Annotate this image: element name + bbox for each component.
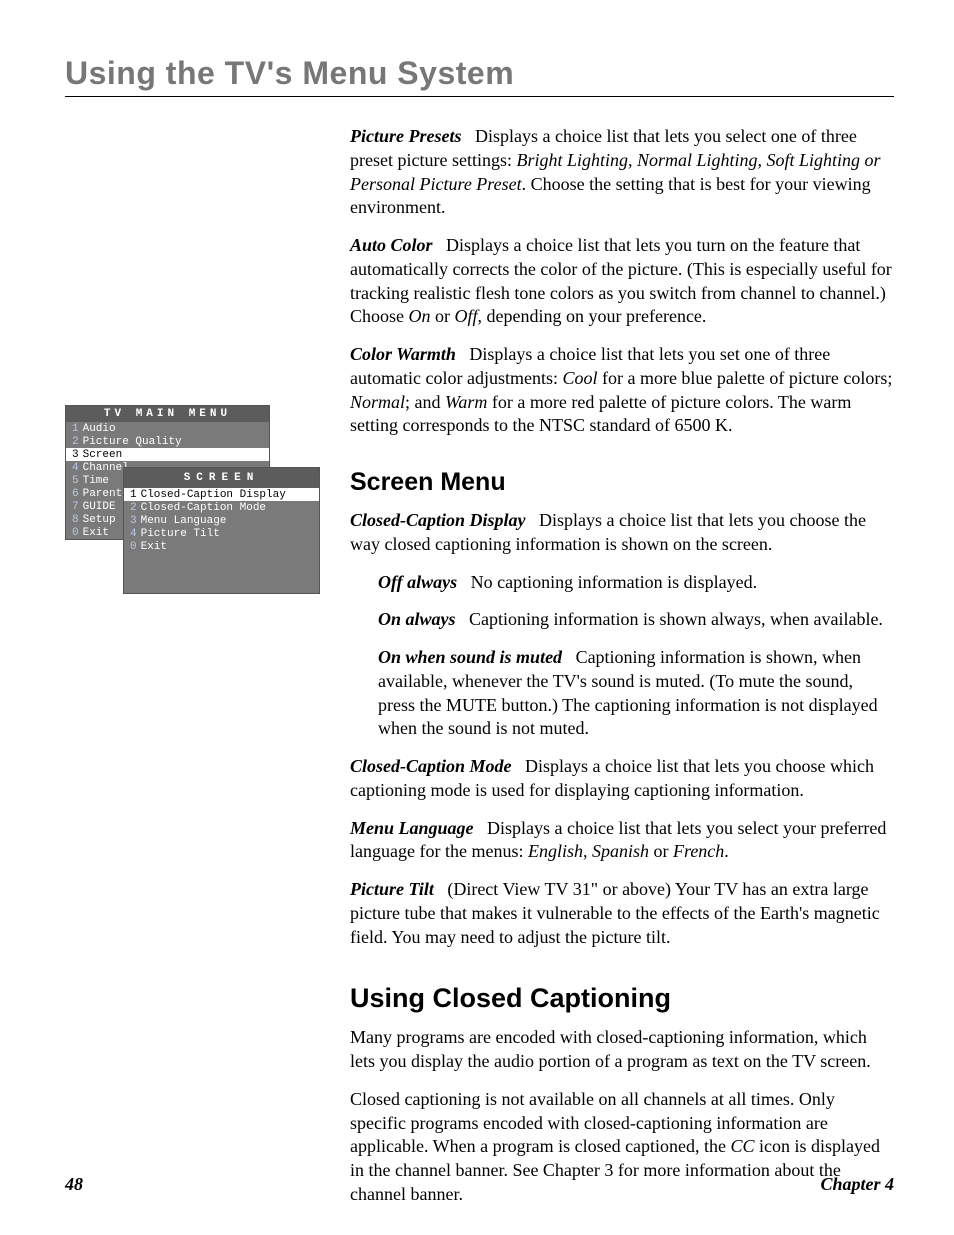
- para-picture-presets: Picture Presets Displays a choice list t…: [350, 125, 894, 220]
- para-picture-tilt: Picture Tilt (Direct View TV 31" or abov…: [350, 878, 894, 949]
- para-cc-display: Closed-Caption Display Displays a choice…: [350, 509, 894, 557]
- title-rule: [65, 96, 894, 97]
- page-number: 48: [65, 1174, 83, 1195]
- para-cc-off: Off always No captioning information is …: [378, 571, 894, 595]
- osd-main-title: TV MAIN MENU: [66, 406, 269, 422]
- osd-sub-item: 4Picture Tilt: [124, 527, 319, 540]
- osd-sub-item: 2Closed-Caption Mode: [124, 501, 319, 514]
- sidebar: TV MAIN MENU 1Audio 2Picture Quality 3Sc…: [65, 125, 340, 540]
- osd-main-item-selected: 3Screen: [66, 448, 269, 461]
- chapter-label: Chapter 4: [820, 1174, 894, 1195]
- osd-mockup: TV MAIN MENU 1Audio 2Picture Quality 3Sc…: [65, 405, 270, 540]
- heading-closed-captioning: Using Closed Captioning: [350, 983, 894, 1014]
- osd-sub-item: 0Exit: [124, 540, 319, 553]
- osd-main-item: 2Picture Quality: [66, 435, 269, 448]
- para-menu-language: Menu Language Displays a choice list tha…: [350, 817, 894, 865]
- para-cc-body-1: Many programs are encoded with closed-ca…: [350, 1026, 894, 1074]
- heading-screen-menu: Screen Menu: [350, 468, 894, 497]
- osd-sub-item-selected: 1Closed-Caption Display: [124, 488, 319, 501]
- page-footer: 48 Chapter 4: [65, 1174, 894, 1195]
- osd-main-item: 1Audio: [66, 422, 269, 435]
- osd-sub-item: 3Menu Language: [124, 514, 319, 527]
- osd-sub-title: SCREEN: [124, 468, 319, 488]
- main-content: Picture Presets Displays a choice list t…: [340, 125, 894, 1221]
- para-cc-mode: Closed-Caption Mode Displays a choice li…: [350, 755, 894, 803]
- para-cc-on: On always Captioning information is show…: [378, 608, 894, 632]
- para-auto-color: Auto Color Displays a choice list that l…: [350, 234, 894, 329]
- page-title: Using the TV's Menu System: [65, 55, 894, 92]
- para-color-warmth: Color Warmth Displays a choice list that…: [350, 343, 894, 438]
- osd-submenu: SCREEN 1Closed-Caption Display 2Closed-C…: [123, 467, 320, 594]
- para-cc-mute: On when sound is muted Captioning inform…: [378, 646, 894, 741]
